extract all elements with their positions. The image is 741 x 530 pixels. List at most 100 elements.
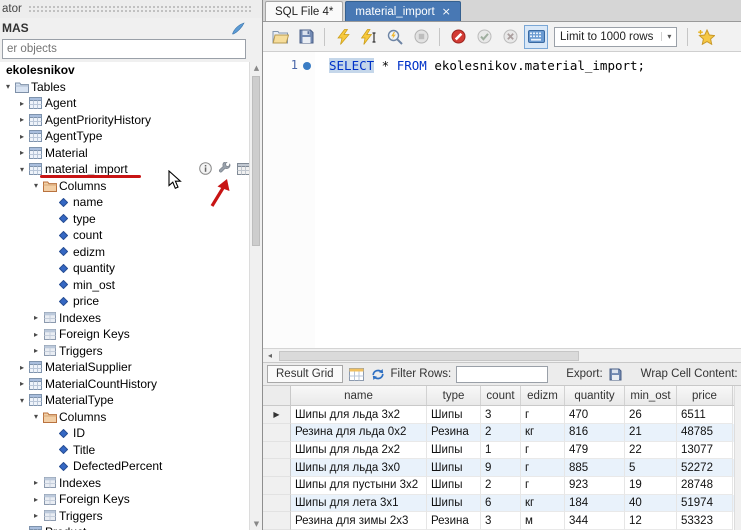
collapse-arrow-icon[interactable]: ▾	[30, 181, 42, 190]
cell-min-ost[interactable]: 5	[625, 459, 677, 477]
cell-quantity[interactable]: 184	[565, 495, 625, 513]
collapse-arrow-icon[interactable]: ▾	[16, 165, 28, 174]
stop-on-error-button[interactable]	[446, 25, 470, 49]
cell-name[interactable]: Шипы для лета 3x1	[291, 495, 427, 513]
cell-min-ost[interactable]: 22	[625, 442, 677, 460]
tree-item-material-import[interactable]: ▾material_import	[0, 161, 249, 178]
cell-edizm[interactable]: кг	[521, 495, 565, 513]
expand-arrow-icon[interactable]: ▸	[30, 495, 42, 504]
hscroll-thumb[interactable]	[279, 351, 579, 361]
navigator-scrollbar[interactable]: ▲ ▼	[249, 62, 262, 530]
grid-row[interactable]: Шипы для пустыни 3x2Шипы2г9231928748	[263, 477, 741, 495]
tree-item-columns[interactable]: ▾Columns	[0, 178, 249, 195]
tree-item-name[interactable]: name	[0, 194, 249, 211]
cell-min-ost[interactable]: 40	[625, 495, 677, 513]
tree-item-foreign-keys[interactable]: ▸Foreign Keys	[0, 326, 249, 343]
filter-rows-input[interactable]	[456, 366, 548, 383]
row-header[interactable]: ▶	[263, 406, 291, 424]
open-script-button[interactable]	[268, 25, 292, 49]
tree-item-materialsupplier[interactable]: ▸MaterialSupplier	[0, 359, 249, 376]
grid-row[interactable]: Резина для льда 0x2Резина2кг8162148785	[263, 424, 741, 442]
expand-arrow-icon[interactable]: ▸	[16, 363, 28, 372]
tree-item-agenttype[interactable]: ▸AgentType	[0, 128, 249, 145]
refresh-grid-icon[interactable]	[370, 364, 386, 384]
grid-corner[interactable]	[263, 386, 291, 405]
expand-arrow-icon[interactable]: ▸	[30, 478, 42, 487]
cell-type[interactable]: Шипы	[427, 477, 481, 495]
grid-row[interactable]: ▶Шипы для льда 3x2Шипы3г470266511	[263, 406, 741, 424]
cell-quantity[interactable]: 470	[565, 406, 625, 424]
cell-name[interactable]: Шипы для льда 3x0	[291, 459, 427, 477]
cell-type[interactable]: Шипы	[427, 406, 481, 424]
tree-item-id[interactable]: ID	[0, 425, 249, 442]
cell-price[interactable]: 13077	[677, 442, 733, 460]
execute-current-button[interactable]	[357, 25, 381, 49]
tree-item-price[interactable]: price	[0, 293, 249, 310]
collapse-arrow-icon[interactable]: ▾	[2, 82, 14, 91]
cell-edizm[interactable]: г	[521, 406, 565, 424]
cell-quantity[interactable]: 885	[565, 459, 625, 477]
row-header[interactable]	[263, 495, 291, 513]
tree-item-min-ost[interactable]: min_ost	[0, 277, 249, 294]
grid-row[interactable]: Шипы для льда 3x0Шипы9г885552272	[263, 459, 741, 477]
editor-tab-sql-file-4[interactable]: SQL File 4*	[265, 1, 343, 21]
row-header[interactable]	[263, 442, 291, 460]
table-info-icon[interactable]	[198, 162, 213, 175]
cell-name[interactable]: Шипы для льда 3x2	[291, 406, 427, 424]
tree-item-columns[interactable]: ▾Columns	[0, 409, 249, 426]
cell-count[interactable]: 3	[481, 512, 521, 530]
cell-min-ost[interactable]: 19	[625, 477, 677, 495]
cell-type[interactable]: Шипы	[427, 442, 481, 460]
expand-arrow-icon[interactable]: ▸	[16, 115, 28, 124]
column-header-count[interactable]: count	[481, 386, 521, 405]
tree-item-agentpriorityhistory[interactable]: ▸AgentPriorityHistory	[0, 112, 249, 129]
table-edit-icon[interactable]	[217, 162, 232, 175]
stop-button[interactable]	[409, 25, 433, 49]
scroll-up-icon[interactable]: ▲	[250, 62, 263, 74]
grid-view-icon[interactable]	[348, 364, 365, 384]
cell-count[interactable]: 2	[481, 424, 521, 442]
cell-type[interactable]: Шипы	[427, 495, 481, 513]
tree-item-indexes[interactable]: ▸Indexes	[0, 475, 249, 492]
tree-item-indexes[interactable]: ▸Indexes	[0, 310, 249, 327]
explain-button[interactable]	[383, 25, 407, 49]
cell-count[interactable]: 3	[481, 406, 521, 424]
cell-count[interactable]: 2	[481, 477, 521, 495]
cell-price[interactable]: 48785	[677, 424, 733, 442]
scrollbar-thumb[interactable]	[252, 76, 260, 246]
export-icon[interactable]	[608, 364, 623, 384]
scroll-down-icon[interactable]: ▼	[250, 518, 263, 530]
editor-tab-material-import[interactable]: material_import×	[345, 1, 460, 21]
row-header[interactable]	[263, 477, 291, 495]
save-script-button[interactable]	[294, 25, 318, 49]
column-header-name[interactable]: name	[291, 386, 427, 405]
cell-quantity[interactable]: 344	[565, 512, 625, 530]
column-header-min-ost[interactable]: min_ost	[625, 386, 677, 405]
toggle-autocommit-button[interactable]	[524, 25, 548, 49]
editor-horizontal-scrollbar[interactable]: ◂	[263, 348, 741, 362]
cell-price[interactable]: 52272	[677, 459, 733, 477]
tree-item-triggers[interactable]: ▸Triggers	[0, 508, 249, 525]
cell-type[interactable]: Резина	[427, 424, 481, 442]
cell-min-ost[interactable]: 12	[625, 512, 677, 530]
tree-item-title[interactable]: Title	[0, 442, 249, 459]
cell-edizm[interactable]: кг	[521, 424, 565, 442]
expand-arrow-icon[interactable]: ▸	[16, 379, 28, 388]
tree-item-agent[interactable]: ▸Agent	[0, 95, 249, 112]
column-header-edizm[interactable]: edizm	[521, 386, 565, 405]
result-grid-tab[interactable]: Result Grid	[267, 365, 343, 383]
tree-item-defectedpercent[interactable]: DefectedPercent	[0, 458, 249, 475]
cell-name[interactable]: Шипы для льда 2x2	[291, 442, 427, 460]
cell-type[interactable]: Шипы	[427, 459, 481, 477]
cell-edizm[interactable]: г	[521, 459, 565, 477]
cell-name[interactable]: Шипы для пустыни 3x2	[291, 477, 427, 495]
grid-row[interactable]: Резина для зимы 2x3Резина3м3441253323	[263, 512, 741, 530]
expand-arrow-icon[interactable]: ▸	[16, 99, 28, 108]
column-header-type[interactable]: type	[427, 386, 481, 405]
cell-quantity[interactable]: 816	[565, 424, 625, 442]
scroll-left-icon[interactable]: ◂	[263, 351, 277, 360]
limit-rows-dropdown[interactable]: Limit to 1000 rows ▾	[554, 27, 677, 47]
grid-scrollbar[interactable]	[734, 386, 741, 530]
cell-min-ost[interactable]: 26	[625, 406, 677, 424]
tree-item-edizm[interactable]: edizm	[0, 244, 249, 261]
